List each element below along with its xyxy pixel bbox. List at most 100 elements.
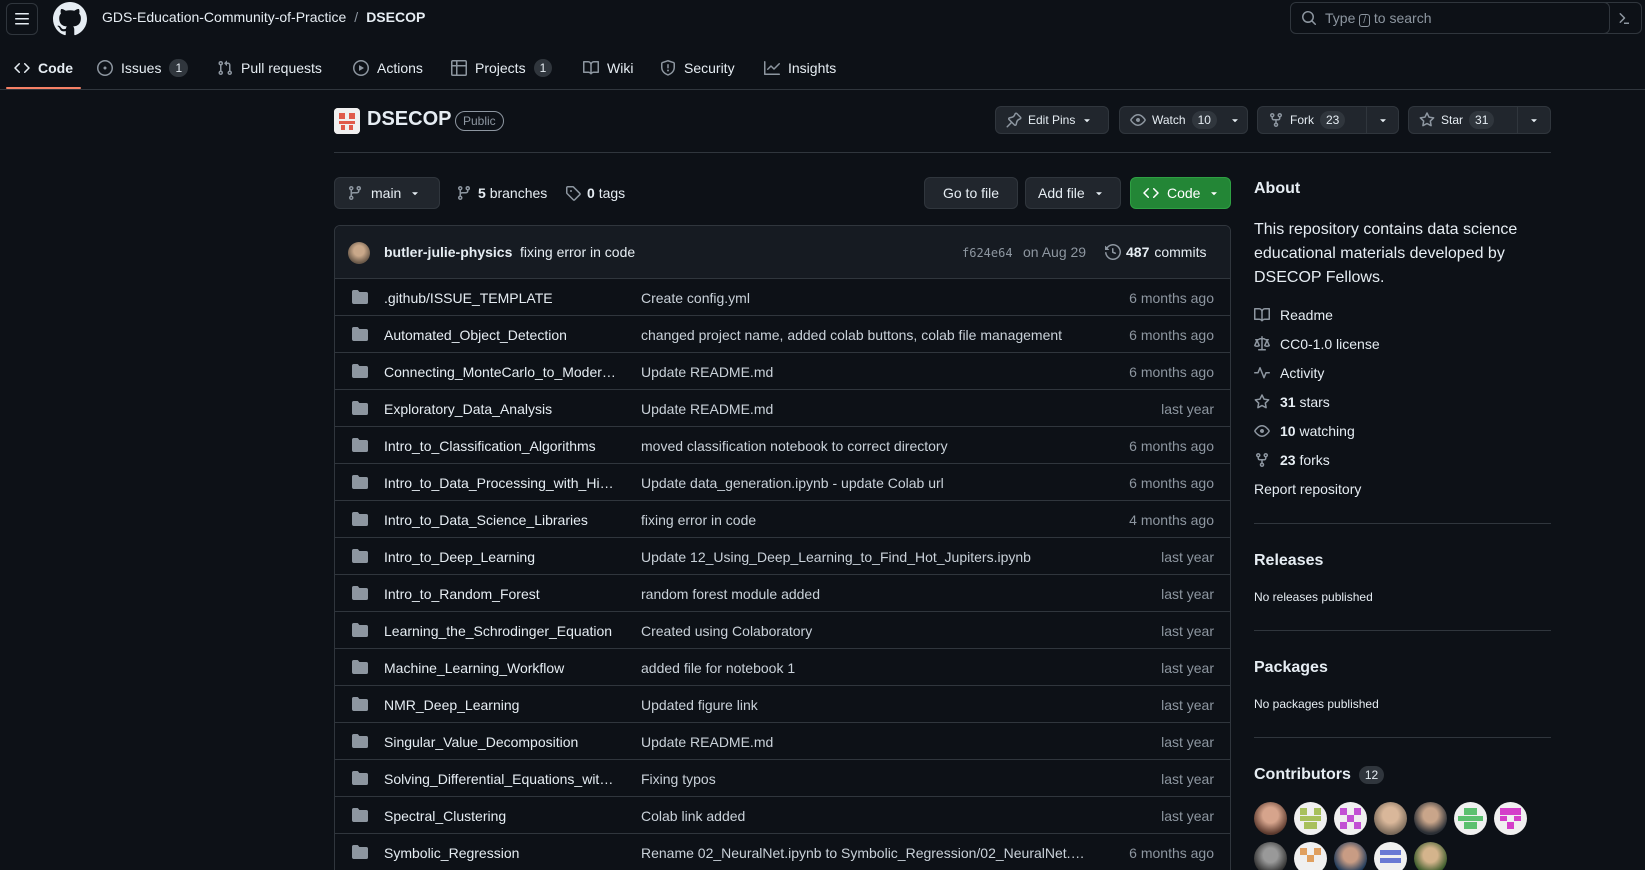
- file-commit-message-link[interactable]: changed project name, added colab button…: [641, 327, 1096, 343]
- tab-pull-requests[interactable]: Pull requests: [217, 54, 322, 82]
- commit-author-link[interactable]: butler-julie-physics: [384, 244, 512, 260]
- file-name-link[interactable]: Automated_Object_Detection: [384, 327, 624, 343]
- avatar[interactable]: [1294, 842, 1327, 870]
- avatar[interactable]: [348, 242, 370, 264]
- file-commit-message-link[interactable]: Update README.md: [641, 401, 1096, 417]
- table-row[interactable]: Intro_to_Classification_Algorithms moved…: [335, 427, 1230, 464]
- table-row[interactable]: Solving_Differential_Equations_wit… Fixi…: [335, 760, 1230, 797]
- tab-wiki[interactable]: Wiki: [583, 54, 633, 82]
- add-file-button[interactable]: Add file: [1025, 177, 1121, 209]
- file-name-link[interactable]: Intro_to_Data_Science_Libraries: [384, 512, 624, 528]
- avatar[interactable]: [1374, 802, 1407, 835]
- table-row[interactable]: Intro_to_Deep_Learning Update 12_Using_D…: [335, 538, 1230, 575]
- branches-link[interactable]: 5 branches: [456, 185, 547, 201]
- tab-issues[interactable]: Issues 1: [97, 54, 189, 82]
- avatar[interactable]: [1374, 842, 1407, 870]
- search-input[interactable]: Type / to search: [1290, 2, 1610, 34]
- avatar[interactable]: [1454, 802, 1487, 835]
- star-dropdown-button[interactable]: [1517, 106, 1551, 134]
- table-row[interactable]: Symbolic_Regression Rename 02_NeuralNet.…: [335, 834, 1230, 870]
- avatar[interactable]: [1254, 842, 1287, 870]
- commit-sha-link[interactable]: f624e64: [962, 246, 1013, 260]
- activity-link[interactable]: Activity: [1254, 365, 1324, 381]
- github-logo-icon[interactable]: [53, 2, 87, 36]
- go-to-file-button[interactable]: Go to file: [924, 177, 1018, 209]
- avatar[interactable]: [1334, 842, 1367, 870]
- stars-link[interactable]: 31 stars: [1254, 394, 1330, 410]
- fork-button[interactable]: Fork 23: [1257, 106, 1367, 134]
- breadcrumb-owner-link[interactable]: GDS-Education-Community-of-Practice: [102, 9, 346, 25]
- avatar[interactable]: [1294, 802, 1327, 835]
- file-name-link[interactable]: Symbolic_Regression: [384, 845, 624, 861]
- table-row[interactable]: NMR_Deep_Learning Updated figure link la…: [335, 686, 1230, 723]
- tab-code[interactable]: Code: [14, 54, 73, 82]
- table-row[interactable]: Intro_to_Data_Science_Libraries fixing e…: [335, 501, 1230, 538]
- table-row[interactable]: Automated_Object_Detection changed proje…: [335, 316, 1230, 353]
- command-palette-button[interactable]: [1604, 2, 1642, 34]
- license-link[interactable]: CC0-1.0 license: [1254, 336, 1380, 352]
- file-commit-message-link[interactable]: Create config.yml: [641, 290, 1096, 306]
- file-name-link[interactable]: Intro_to_Random_Forest: [384, 586, 624, 602]
- table-row[interactable]: Learning_the_Schrodinger_Equation Create…: [335, 612, 1230, 649]
- avatar[interactable]: [1414, 842, 1447, 870]
- table-row[interactable]: Spectral_Clustering Colab link added las…: [335, 797, 1230, 834]
- tab-actions[interactable]: Actions: [353, 54, 423, 82]
- table-row[interactable]: Exploratory_Data_Analysis Update README.…: [335, 390, 1230, 427]
- file-name-link[interactable]: Exploratory_Data_Analysis: [384, 401, 624, 417]
- table-row[interactable]: Intro_to_Data_Processing_with_Hi… Update…: [335, 464, 1230, 501]
- file-name-link[interactable]: Intro_to_Data_Processing_with_Hi…: [384, 475, 624, 491]
- tab-projects[interactable]: Projects 1: [451, 54, 553, 82]
- fork-dropdown-button[interactable]: [1366, 106, 1399, 134]
- repo-name-link[interactable]: DSECOP: [367, 108, 451, 131]
- avatar[interactable]: [1334, 802, 1367, 835]
- avatar[interactable]: [1254, 802, 1287, 835]
- file-name-link[interactable]: Spectral_Clustering: [384, 808, 624, 824]
- menu-button[interactable]: [6, 3, 38, 35]
- table-row[interactable]: Machine_Learning_Workflow added file for…: [335, 649, 1230, 686]
- file-commit-message-link[interactable]: added file for notebook 1: [641, 660, 1096, 676]
- repo-owner-avatar[interactable]: [334, 108, 360, 134]
- table-row[interactable]: Connecting_MonteCarlo_to_Moder… Update R…: [335, 353, 1230, 390]
- edit-pins-button[interactable]: Edit Pins: [995, 106, 1109, 134]
- file-commit-message-link[interactable]: Update data_generation.ipynb - update Co…: [641, 475, 1096, 491]
- contributors-heading[interactable]: Contributors 12: [1254, 766, 1385, 784]
- table-row[interactable]: .github/ISSUE_TEMPLATE Create config.yml…: [335, 279, 1230, 316]
- table-row[interactable]: Singular_Value_Decomposition Update READ…: [335, 723, 1230, 760]
- file-commit-message-link[interactable]: Fixing typos: [641, 771, 1096, 787]
- star-button[interactable]: Star 31: [1408, 106, 1518, 134]
- report-repository-link[interactable]: Report repository: [1254, 481, 1361, 497]
- forks-link[interactable]: 23 forks: [1254, 452, 1330, 468]
- file-commit-message-link[interactable]: Created using Colaboratory: [641, 623, 1096, 639]
- file-commit-message-link[interactable]: Rename 02_NeuralNet.ipynb to Symbolic_Re…: [641, 845, 1096, 861]
- packages-heading[interactable]: Packages: [1254, 659, 1328, 677]
- file-name-link[interactable]: Intro_to_Classification_Algorithms: [384, 438, 624, 454]
- file-name-link[interactable]: Connecting_MonteCarlo_to_Moder…: [384, 364, 624, 380]
- table-row[interactable]: Intro_to_Random_Forest random forest mod…: [335, 575, 1230, 612]
- readme-link[interactable]: Readme: [1254, 307, 1333, 323]
- releases-heading[interactable]: Releases: [1254, 552, 1323, 570]
- file-commit-message-link[interactable]: Update 12_Using_Deep_Learning_to_Find_Ho…: [641, 549, 1096, 565]
- branch-selector-button[interactable]: main: [334, 177, 440, 209]
- file-name-link[interactable]: Solving_Differential_Equations_wit…: [384, 771, 624, 787]
- file-commit-message-link[interactable]: Update README.md: [641, 734, 1096, 750]
- file-name-link[interactable]: Machine_Learning_Workflow: [384, 660, 624, 676]
- file-name-link[interactable]: Learning_the_Schrodinger_Equation: [384, 623, 624, 639]
- file-name-link[interactable]: Singular_Value_Decomposition: [384, 734, 624, 750]
- commit-message-link[interactable]: fixing error in code: [520, 244, 635, 260]
- avatar[interactable]: [1494, 802, 1527, 835]
- file-commit-message-link[interactable]: Colab link added: [641, 808, 1096, 824]
- breadcrumb-repo-link[interactable]: DSECOP: [366, 9, 425, 25]
- file-commit-message-link[interactable]: random forest module added: [641, 586, 1096, 602]
- file-name-link[interactable]: .github/ISSUE_TEMPLATE: [384, 290, 624, 306]
- file-name-link[interactable]: Intro_to_Deep_Learning: [384, 549, 624, 565]
- watch-button[interactable]: Watch 10: [1119, 106, 1248, 134]
- file-commit-message-link[interactable]: Update README.md: [641, 364, 1096, 380]
- watchers-link[interactable]: 10 watching: [1254, 423, 1355, 439]
- tab-insights[interactable]: Insights: [764, 54, 836, 82]
- avatar[interactable]: [1414, 802, 1447, 835]
- file-commit-message-link[interactable]: Updated figure link: [641, 697, 1096, 713]
- file-commit-message-link[interactable]: fixing error in code: [641, 512, 1096, 528]
- file-commit-message-link[interactable]: moved classification notebook to correct…: [641, 438, 1096, 454]
- code-download-button[interactable]: Code: [1130, 177, 1231, 209]
- commit-history-link[interactable]: 487 commits: [1105, 244, 1206, 260]
